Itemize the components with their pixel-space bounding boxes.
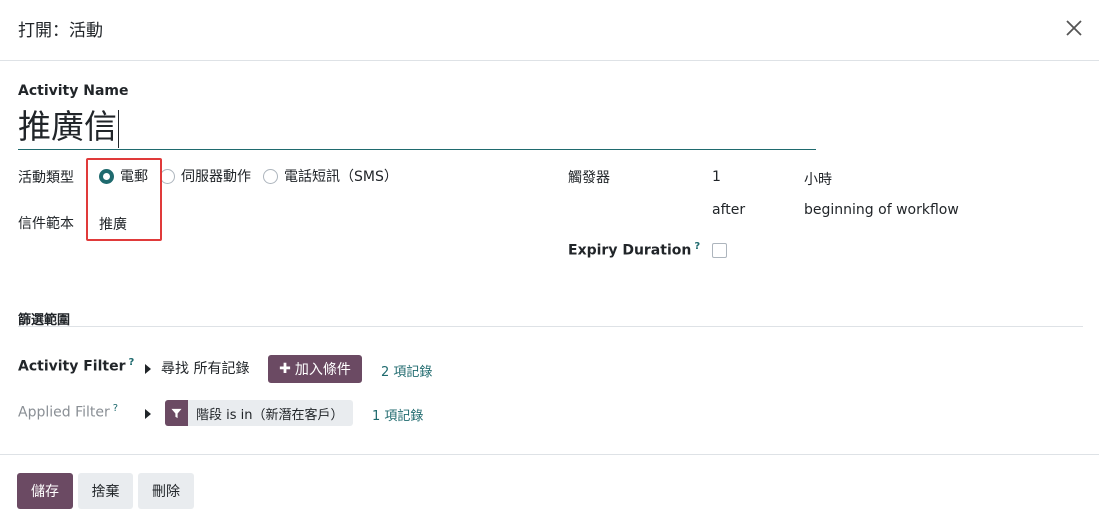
help-icon[interactable]: ? xyxy=(129,357,135,368)
mail-template-label: 信件範本 xyxy=(18,216,74,232)
close-button[interactable] xyxy=(1062,16,1086,40)
expiry-duration-checkbox[interactable] xyxy=(712,243,727,258)
activity-name-input[interactable]: 推廣信 xyxy=(18,104,816,150)
caret-right-icon[interactable] xyxy=(145,409,151,419)
plus-icon: ✚ xyxy=(279,361,291,377)
radio-unchecked-icon xyxy=(263,168,278,184)
annotation-highlight-box xyxy=(86,158,162,241)
trigger-when-select[interactable]: after xyxy=(712,202,745,218)
delete-button[interactable]: 刪除 xyxy=(138,473,194,509)
applied-filter-text: Applied Filter xyxy=(18,404,110,421)
dialog-header: 打開：活動 xyxy=(0,0,1099,61)
applied-filter-tag: 階段 is in（新潛在客戶） xyxy=(165,400,353,426)
activity-name-label: Activity Name xyxy=(18,83,129,99)
footer-divider xyxy=(0,454,1099,455)
radio-sms-label: 電話短訊（SMS） xyxy=(284,169,398,185)
trigger-unit-select[interactable]: 小時 xyxy=(804,169,832,189)
caret-right-icon[interactable] xyxy=(145,364,151,374)
trigger-reference-select[interactable]: beginning of workflow xyxy=(804,202,959,218)
help-icon[interactable]: ? xyxy=(113,403,118,414)
activity-filter-text: Activity Filter xyxy=(18,358,126,375)
save-button[interactable]: 儲存 xyxy=(17,473,73,509)
activity-filter-records-link[interactable]: 2 項記錄 xyxy=(381,361,432,380)
activity-type-label: 活動類型 xyxy=(18,170,74,186)
close-icon xyxy=(1066,20,1082,36)
filter-icon xyxy=(165,400,188,426)
help-icon[interactable]: ? xyxy=(694,241,700,252)
radio-server-action[interactable]: 伺服器動作 xyxy=(160,166,251,186)
radio-server-action-label: 伺服器動作 xyxy=(181,169,251,185)
text-caret xyxy=(118,109,119,148)
section-divider xyxy=(18,326,1083,327)
trigger-interval-field[interactable]: 1 xyxy=(712,169,721,185)
activity-filter-domain-text: 尋找 所有記錄 xyxy=(161,361,250,377)
applied-filter-label: Applied Filter? xyxy=(18,403,118,421)
radio-sms[interactable]: 電話短訊（SMS） xyxy=(263,166,398,186)
discard-button[interactable]: 捨棄 xyxy=(78,473,133,509)
expiry-duration-label: Expiry Duration? xyxy=(568,241,700,259)
activity-name-value: 推廣信 xyxy=(18,107,117,146)
applied-filter-records-link[interactable]: 1 項記錄 xyxy=(372,405,423,424)
activity-filter-label: Activity Filter? xyxy=(18,357,134,375)
add-condition-label: 加入條件 xyxy=(294,362,351,378)
add-condition-button[interactable]: ✚ 加入條件 xyxy=(268,355,362,383)
applied-filter-tag-text: 階段 is in（新潛在客戶） xyxy=(196,407,344,423)
dialog-title: 打開：活動 xyxy=(18,21,103,41)
trigger-label: 觸發器 xyxy=(568,170,610,186)
radio-unchecked-icon xyxy=(160,168,175,184)
expiry-duration-text: Expiry Duration xyxy=(568,242,692,259)
